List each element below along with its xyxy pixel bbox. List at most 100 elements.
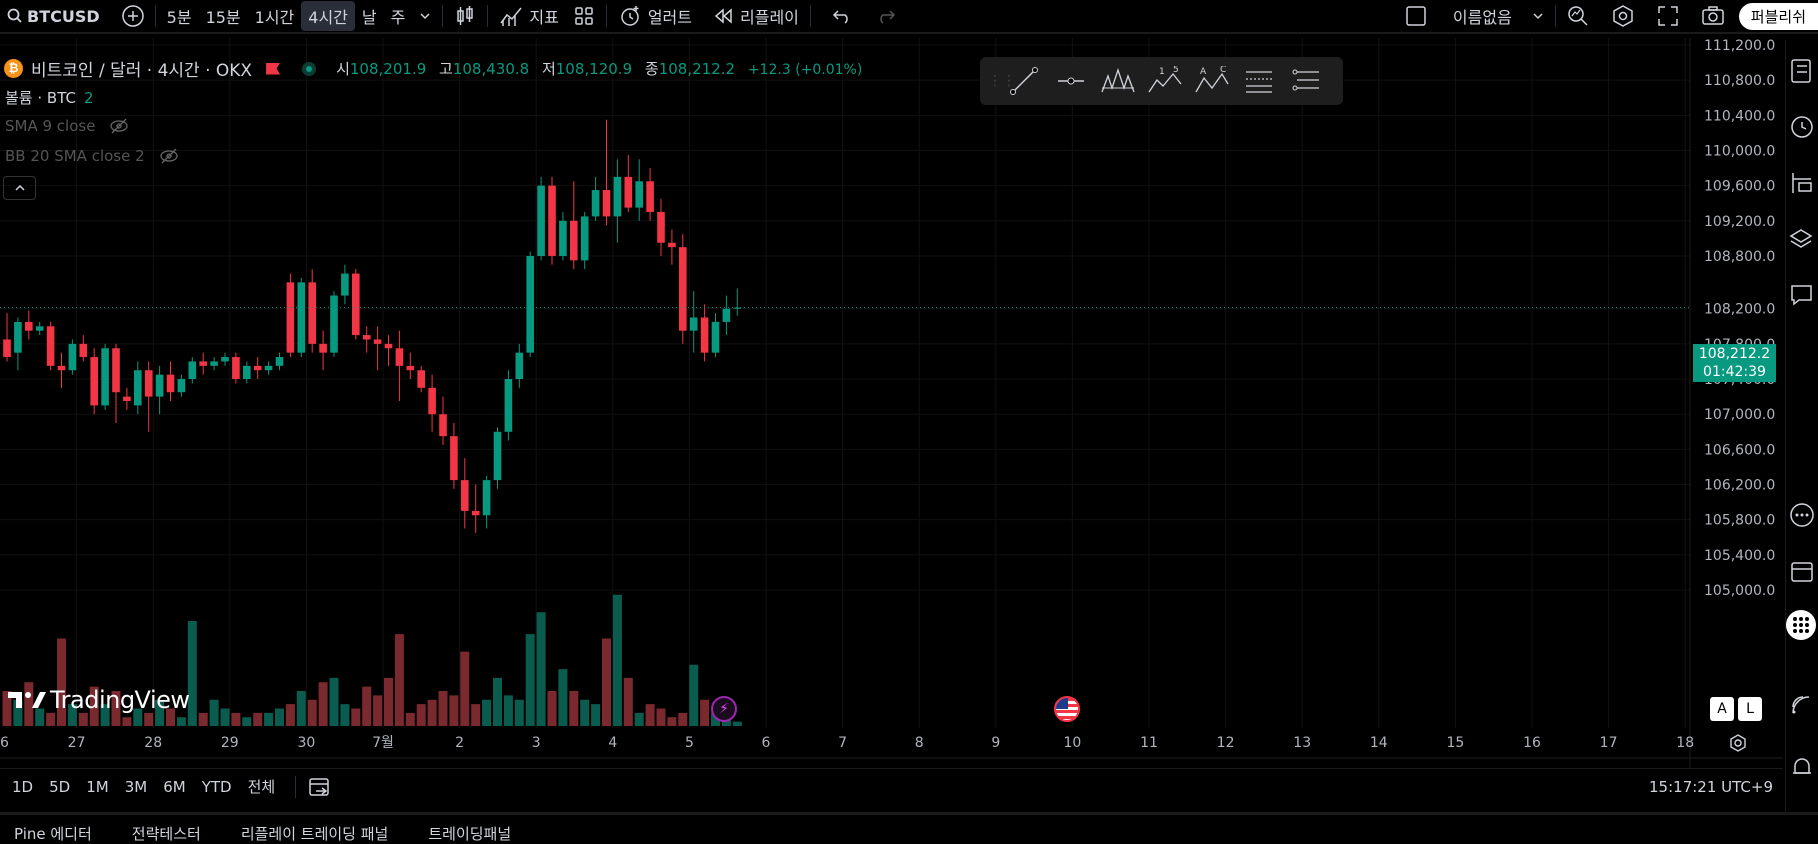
change-value: +12.3 (+0.01%) — [747, 62, 863, 78]
svg-text:5: 5 — [1173, 66, 1179, 75]
interval-4h[interactable]: 4시간 — [301, 1, 355, 31]
abc-wave-icon: AC — [1194, 66, 1229, 93]
price-axis[interactable]: 111,200.0 110,800.0 110,400.0 110,000.0 109,… — [1689, 38, 1775, 768]
chart-type-button[interactable] — [447, 0, 483, 33]
eye-hidden-icon[interactable] — [109, 118, 129, 134]
candle-body — [166, 374, 175, 393]
interval-1d[interactable]: 날 — [355, 0, 384, 33]
candle-body — [722, 308, 731, 322]
layouts-button[interactable] — [566, 0, 602, 33]
range-1m[interactable]: 1M — [78, 778, 117, 796]
volume-bar — [427, 699, 437, 726]
interval-dropdown[interactable] — [412, 0, 438, 33]
alerts-panel-button[interactable] — [1786, 112, 1816, 142]
symbol-title[interactable]: 비트코인 / 달러 · 4시간 · OKX — [31, 56, 252, 81]
candle-body — [188, 361, 197, 380]
clock-timezone[interactable]: 15:17:21 UTC+9 — [1649, 778, 1783, 796]
collapse-legend-button[interactable] — [3, 176, 36, 200]
range-5d[interactable]: 5D — [41, 778, 78, 796]
lightning-event-icon[interactable]: ⚡ — [711, 696, 737, 722]
candle-body — [286, 282, 295, 353]
range-all[interactable]: 전체 — [240, 776, 284, 797]
bottom-panel-tabs: Pine 에디터 전략테스터 리플레이 트레이딩 패널 트레이딩패널 — [0, 812, 1818, 844]
publish-button[interactable]: 퍼블리쉬 — [1732, 0, 1818, 33]
chats-button[interactable] — [1786, 280, 1816, 310]
symbol-search-button[interactable]: BTCUSD — [0, 0, 107, 33]
object-tree-button[interactable] — [1786, 168, 1816, 198]
pitchfork-tool[interactable] — [1094, 61, 1141, 101]
price-chart[interactable]: 111,200.0 110,800.0 110,400.0 110,000.0 109,… — [0, 38, 1783, 768]
chevron-down-icon — [1533, 13, 1543, 20]
gear-icon — [1613, 5, 1633, 27]
quick-search-button[interactable] — [1560, 0, 1596, 33]
range-1d[interactable]: 1D — [0, 778, 41, 796]
layout-name-button[interactable]: 이름없음 — [1398, 0, 1551, 33]
us-flag-event-icon[interactable] — [1054, 696, 1080, 722]
candle-body — [679, 247, 687, 331]
layout-name-label: 이름없음 — [1452, 8, 1512, 27]
range-ytd[interactable]: YTD — [194, 778, 240, 796]
auto-scale-button[interactable]: A — [1710, 697, 1734, 721]
flag-icon[interactable] — [266, 62, 281, 75]
time-axis[interactable]: 26 27 28 29 30 7월 2 3 4 5 6 7 8 9 10 11 12 13 14 15 16 17 18 — [0, 735, 1783, 759]
snapshot-button[interactable] — [1694, 0, 1732, 33]
drag-handle-icon[interactable]: ⋮⋮ — [988, 73, 1016, 89]
time-tick-label: 17 — [1600, 735, 1618, 751]
redo-button[interactable] — [869, 0, 903, 33]
range-6m[interactable]: 6M — [155, 778, 194, 796]
range-3m[interactable]: 3M — [117, 778, 156, 796]
alerts-button[interactable]: 얼러트 — [611, 0, 699, 33]
compare-symbol-button[interactable] — [115, 0, 151, 33]
axis-settings-button[interactable] — [1728, 733, 1748, 757]
interval-1h[interactable]: 1시간 — [248, 0, 302, 33]
eye-hidden-icon[interactable] — [159, 148, 179, 164]
layers-button[interactable] — [1786, 224, 1816, 254]
tradingview-wordmark: TradingView — [50, 686, 190, 714]
wave-icon: 15 — [1147, 66, 1182, 93]
fib-extension-tool[interactable] — [1282, 61, 1329, 101]
abc-wave-tool[interactable]: AC — [1188, 61, 1235, 101]
candle-body — [14, 321, 22, 353]
tab-strategy-tester[interactable]: 전략테스터 — [112, 823, 221, 844]
alarm-clock-icon — [621, 6, 639, 26]
time-tick-label: 13 — [1293, 735, 1311, 751]
time-tick-label: 28 — [144, 735, 162, 751]
indicators-button[interactable]: 지표 — [492, 0, 565, 33]
sma-legend[interactable]: SMA 9 close — [5, 117, 129, 135]
tab-pine-editor[interactable]: Pine 에디터 — [0, 823, 112, 844]
candle-body — [559, 220, 567, 256]
elliott-wave-tool[interactable]: 15 — [1141, 61, 1188, 101]
calendar-button[interactable] — [1786, 556, 1816, 586]
interval-1w[interactable]: 주 — [384, 0, 413, 33]
tradingview-logo[interactable]: TradingView — [8, 686, 190, 714]
volume-bar — [253, 712, 263, 726]
interval-15m[interactable]: 15분 — [199, 0, 248, 33]
candle-body — [657, 212, 665, 243]
trend-line-tool[interactable] — [1000, 61, 1047, 101]
data-window-button[interactable] — [1786, 500, 1816, 530]
tab-replay-trading-panel[interactable]: 리플레이 트레이딩 패널 — [221, 823, 409, 844]
log-scale-button[interactable]: L — [1738, 697, 1762, 721]
symbol-label: BTCUSD — [27, 6, 100, 26]
candle-body — [57, 365, 66, 371]
settings-button[interactable] — [1604, 0, 1642, 33]
fullscreen-button[interactable] — [1650, 0, 1686, 33]
fib-retracement-tool[interactable] — [1235, 61, 1282, 101]
tab-trading-panel[interactable]: 트레이딩패널 — [408, 823, 531, 844]
interval-5m[interactable]: 5분 — [160, 0, 199, 33]
replay-button[interactable]: 리플레이 — [707, 0, 806, 33]
candle-body — [68, 343, 77, 371]
go-to-date-button[interactable] — [308, 775, 332, 799]
volume-legend[interactable]: 볼륨 · BTC 2 — [5, 87, 94, 108]
square-icon — [1406, 6, 1426, 26]
watchlist-button[interactable] — [1786, 56, 1816, 86]
products-button[interactable] — [1786, 610, 1816, 640]
streams-button[interactable] — [1786, 690, 1816, 720]
volume-bar — [122, 717, 132, 726]
volume-bar — [394, 634, 404, 726]
horizontal-ray-tool[interactable] — [1047, 61, 1094, 101]
broadcast-icon — [1792, 696, 1810, 714]
notifications-button[interactable] — [1786, 752, 1816, 782]
undo-button[interactable] — [825, 0, 859, 33]
bb-legend[interactable]: BB 20 SMA close 2 — [5, 147, 179, 165]
